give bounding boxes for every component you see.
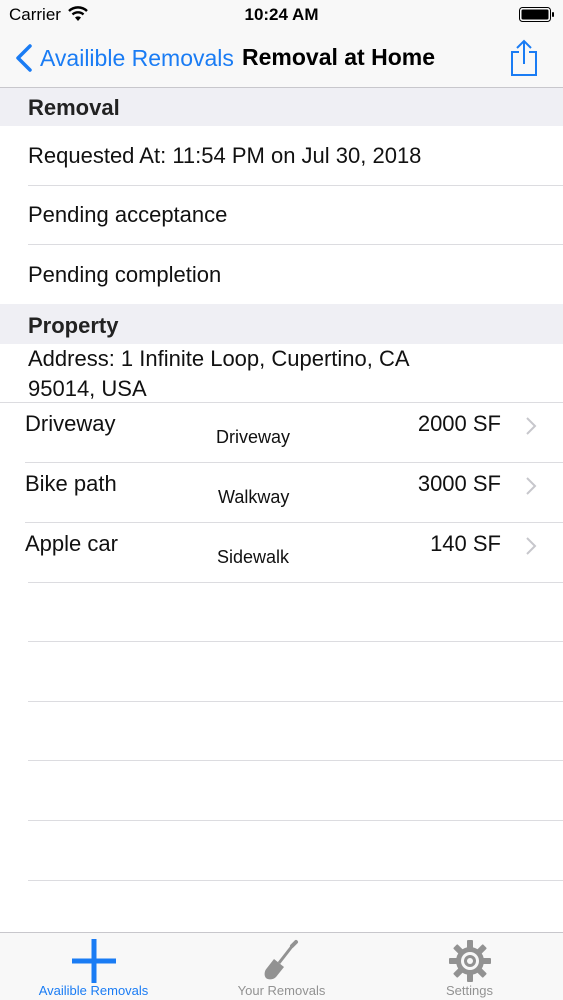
- property-item-name: Bike path: [25, 471, 117, 496]
- address-label: Address: 1 Infinite Loop, Cupertino, CA …: [28, 344, 468, 404]
- property-item-type: Sidewalk: [217, 547, 290, 567]
- chevron-right-icon: [526, 477, 537, 495]
- back-button-label: Availible Removals: [40, 44, 234, 71]
- property-item-area: 2000 SF: [417, 411, 501, 436]
- clock: 10:24 AM: [244, 5, 319, 24]
- tab-bar: Availible Removals Your Removals Setting…: [0, 932, 563, 1000]
- chevron-left-icon: [16, 44, 32, 72]
- separator: [28, 582, 563, 583]
- removal-header-label: Removal: [28, 95, 120, 120]
- property-header-label: Property: [28, 313, 119, 338]
- property-item-row[interactable]: Driveway Driveway 2000 SF: [0, 403, 563, 463]
- property-item-row[interactable]: Bike path Walkway 3000 SF: [0, 463, 563, 523]
- pending-acceptance-label: Pending acceptance: [28, 202, 228, 227]
- chevron-right-icon: [526, 537, 537, 555]
- back-button[interactable]: Availible Removals: [14, 40, 234, 76]
- tab-availible-removals[interactable]: Availible Removals: [0, 933, 187, 1000]
- property-item-row[interactable]: Apple car Sidewalk 140 SF: [0, 523, 563, 583]
- tab-your-removals[interactable]: Your Removals: [188, 933, 375, 1000]
- gear-icon: [448, 940, 491, 982]
- tab-label: Settings: [446, 983, 493, 998]
- property-item-type: Walkway: [218, 487, 290, 507]
- property-item-name: Apple car: [25, 531, 118, 556]
- property-item-area: 3000 SF: [417, 471, 501, 496]
- share-icon[interactable]: [509, 38, 539, 78]
- property-item-type: Driveway: [216, 427, 291, 447]
- address-line: 95014, USA: [28, 376, 147, 401]
- requested-at-cell: Requested At: 11:54 PM on Jul 30, 2018: [0, 126, 563, 185]
- status-bar: Carrier 10:24 AM: [0, 0, 563, 30]
- page-title: Removal at Home: [242, 44, 436, 70]
- status-cell: Pending acceptance: [0, 186, 563, 244]
- property-section-header: Property: [0, 304, 563, 344]
- separator: [28, 880, 563, 881]
- pending-completion-label: Pending completion: [28, 262, 222, 287]
- chevron-right-icon: [526, 417, 537, 435]
- tab-label: Your Removals: [237, 983, 326, 998]
- address-line: Address: 1 Infinite Loop, Cupertino, CA: [28, 346, 410, 371]
- navigation-bar: Availible Removals Removal at Home: [0, 30, 563, 88]
- battery-icon: [519, 7, 554, 22]
- tab-label: Availible Removals: [38, 983, 149, 998]
- shovel-icon: [264, 940, 298, 980]
- property-item-name: Driveway: [25, 411, 116, 436]
- separator: [28, 641, 563, 642]
- separator: [28, 820, 563, 821]
- property-item-area: 140 SF: [430, 531, 501, 556]
- plus-icon: [71, 939, 116, 983]
- separator: [28, 701, 563, 702]
- tab-settings[interactable]: Settings: [376, 933, 563, 1000]
- status-cell: Pending completion: [0, 245, 563, 304]
- requested-at-label: Requested At: 11:54 PM on Jul 30, 2018: [28, 143, 422, 168]
- removal-section-header: Removal: [0, 88, 563, 126]
- screen: Carrier 10:24 AM Availible Removals Remo…: [0, 0, 563, 1000]
- separator: [28, 760, 563, 761]
